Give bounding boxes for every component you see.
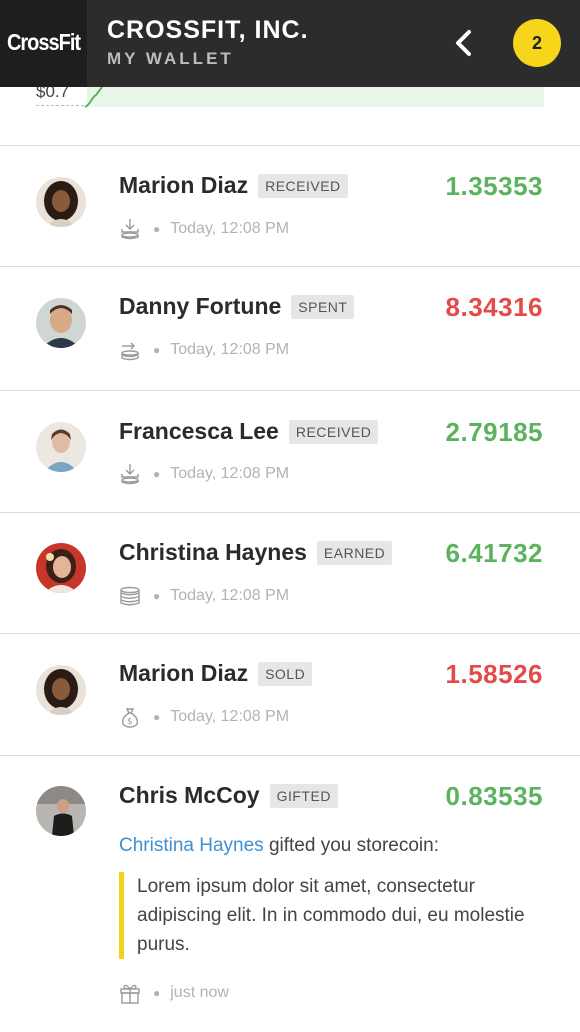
- transaction-time: Today, 12:08 PM: [170, 465, 290, 482]
- crossfit-logo[interactable]: CrossFit: [0, 0, 87, 87]
- separator-dot: ●: [153, 222, 161, 236]
- status-badge: GIFTED: [269, 783, 338, 808]
- transaction-amount: 1.35353: [445, 171, 543, 201]
- gift-text: gifted you storecoin:: [263, 835, 439, 856]
- app-header: CrossFit CROSSFIT, INC. MY WALLET 2: [0, 0, 580, 87]
- transaction-time: Today, 12:08 PM: [170, 341, 290, 358]
- chevron-left-icon: [456, 30, 471, 56]
- transaction-meta: ● Today, 12:08 PM: [119, 339, 289, 361]
- transaction-name: Francesca Lee RECEIVED: [119, 418, 379, 445]
- transaction-meta: ● Today, 12:08 PM: [119, 585, 289, 607]
- avatar: [36, 665, 86, 715]
- status-badge: EARNED: [316, 540, 393, 565]
- person-name: Marion Diaz: [119, 660, 249, 686]
- transaction-amount: 8.34316: [445, 292, 543, 322]
- coin-stack-icon: [120, 586, 140, 606]
- gift-icon: [120, 984, 140, 1004]
- transaction-time: Today, 12:08 PM: [170, 587, 290, 604]
- transaction-row[interactable]: Francesca Lee RECEIVED 2.79185 ● Today, …: [0, 390, 580, 513]
- money-bag-icon: $: [121, 708, 139, 728]
- status-badge: RECEIVED: [288, 419, 379, 444]
- transaction-row[interactable]: Marion Diaz RECEIVED 1.35353 ● Today, 12…: [0, 145, 580, 267]
- transaction-row[interactable]: Danny Fortune SPENT 8.34316 ● Today, 12:…: [0, 266, 580, 391]
- separator-dot: ●: [153, 467, 161, 481]
- transaction-name: Danny Fortune SPENT: [119, 293, 355, 320]
- avatar: [36, 422, 86, 472]
- transaction-name: Chris McCoy GIFTED: [119, 782, 338, 809]
- person-name: Francesca Lee: [119, 418, 279, 444]
- status-badge: RECEIVED: [258, 173, 348, 198]
- download-coins-icon: [121, 219, 139, 240]
- transaction-time: just now: [170, 984, 229, 1001]
- notification-badge[interactable]: 2: [513, 19, 561, 67]
- page-title: CROSSFIT, INC.: [107, 16, 309, 44]
- chart-baseline: [36, 105, 84, 106]
- transaction-row[interactable]: Christina Haynes EARNED 6.41732 ● Today,…: [0, 512, 580, 634]
- transaction-meta: ● Today, 12:08 PM: [119, 463, 289, 485]
- separator-dot: ●: [153, 343, 161, 357]
- gift-description: Christina Haynes gifted you storecoin:: [119, 835, 439, 857]
- svg-text:$: $: [127, 717, 133, 727]
- transaction-amount: 6.41732: [445, 538, 543, 568]
- status-badge: SOLD: [258, 661, 313, 686]
- status-badge: SPENT: [291, 294, 355, 319]
- person-name: Marion Diaz: [119, 172, 249, 198]
- transaction-time: Today, 12:08 PM: [170, 708, 290, 725]
- transaction-amount: 0.83535: [445, 781, 543, 811]
- transaction-row[interactable]: Marion Diaz SOLD 1.58526 $ ● Today, 12:0…: [0, 633, 580, 756]
- transaction-meta: ● Today, 12:08 PM: [119, 218, 289, 240]
- transaction-name: Marion Diaz RECEIVED: [119, 172, 348, 199]
- download-coins-icon: [121, 464, 139, 485]
- avatar: [36, 177, 86, 227]
- send-coins-icon: [121, 342, 139, 361]
- transaction-meta: ● just now: [119, 982, 229, 1004]
- transaction-meta: $ ● Today, 12:08 PM: [119, 706, 289, 728]
- transaction-time: Today, 12:08 PM: [170, 220, 290, 237]
- gift-message: Lorem ipsum dolor sit amet, consectetur …: [119, 872, 547, 959]
- separator-dot: ●: [153, 589, 161, 603]
- avatar: [36, 786, 86, 836]
- chart-area: [87, 87, 544, 107]
- transaction-row[interactable]: Chris McCoy GIFTED 0.83535 Christina Hay…: [0, 755, 580, 1032]
- header-titles: CROSSFIT, INC. MY WALLET: [107, 16, 309, 69]
- gift-sender-link[interactable]: Christina Haynes: [119, 835, 264, 856]
- back-button[interactable]: [446, 26, 480, 60]
- avatar: [36, 543, 86, 593]
- logo-text: CrossFit: [6, 30, 81, 56]
- chart-line: [84, 87, 103, 108]
- separator-dot: ●: [153, 710, 161, 724]
- person-name: Chris McCoy: [119, 782, 260, 808]
- transaction-name: Christina Haynes EARNED: [119, 539, 393, 566]
- transaction-amount: 2.79185: [445, 417, 543, 447]
- balance-chart: $0.7: [0, 82, 580, 145]
- transaction-name: Marion Diaz SOLD: [119, 660, 313, 687]
- transaction-amount: 1.58526: [445, 659, 543, 689]
- person-name: Danny Fortune: [119, 293, 282, 319]
- avatar: [36, 298, 86, 348]
- page-subtitle: MY WALLET: [107, 49, 234, 68]
- separator-dot: ●: [153, 986, 161, 1000]
- person-name: Christina Haynes: [119, 539, 307, 565]
